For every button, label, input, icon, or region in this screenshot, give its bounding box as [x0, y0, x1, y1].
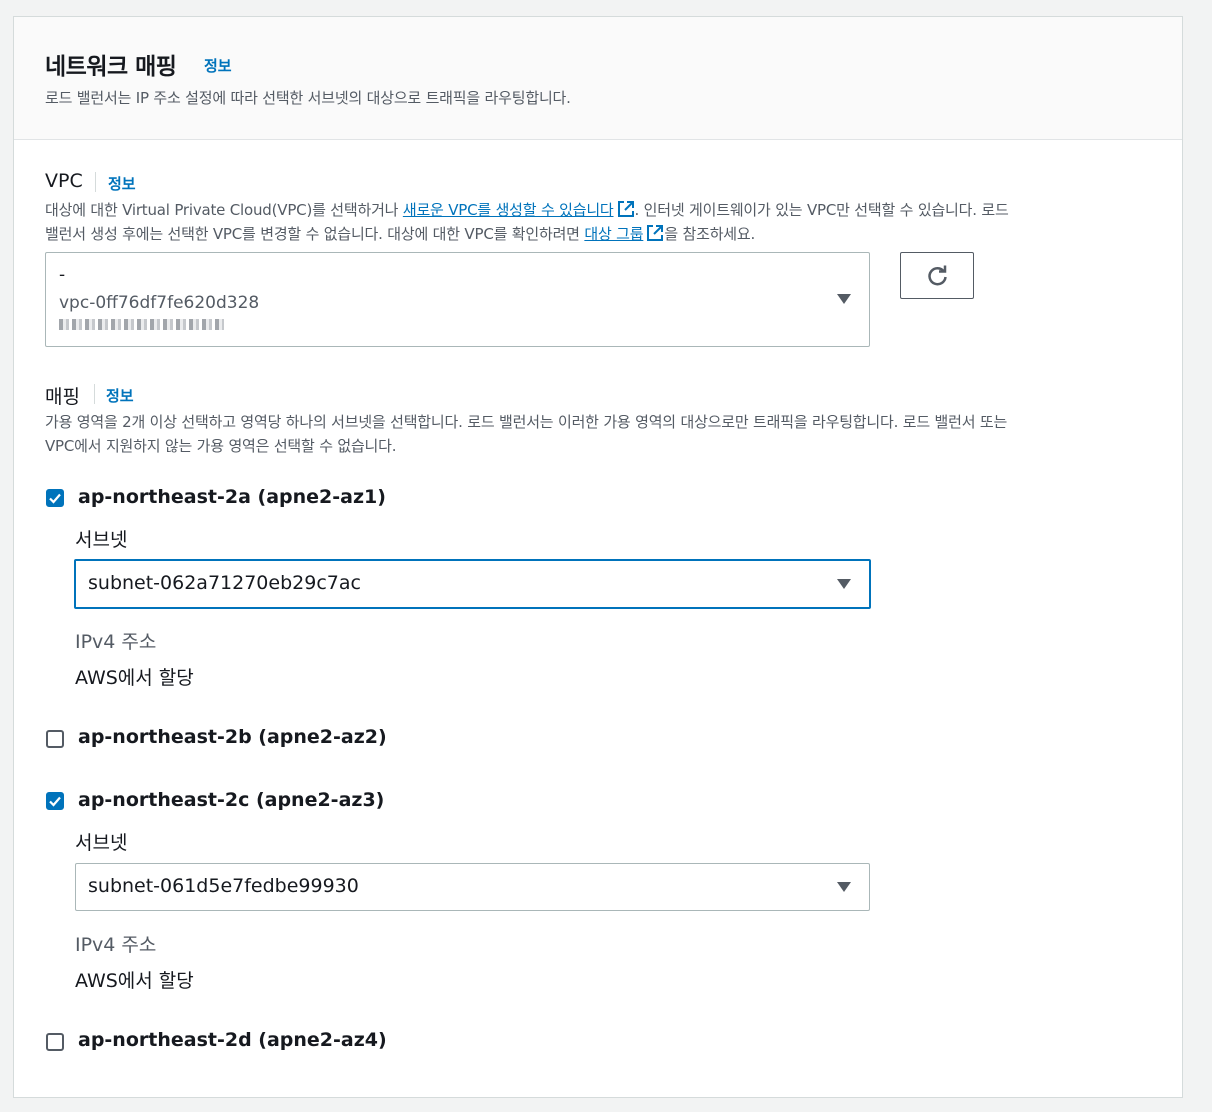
vpc-desc-line1: 대상에 대한 Virtual Private Cloud(VPC)를 선택하거나… — [45, 198, 1155, 222]
title-info-link[interactable]: 정보 — [204, 55, 232, 76]
mapping-desc-line1: 가용 영역을 2개 이상 선택하고 영역당 하나의 서브넷을 선택합니다. 로드… — [45, 413, 1008, 431]
zone-2c-ipv4-value: AWS에서 할당 — [75, 970, 194, 992]
network-mapping-panel: 네트워크 매핑 정보 로드 밸런서는 IP 주소 설정에 따라 선택한 서브넷의… — [13, 16, 1183, 1098]
zone-2a-ipv4-value: AWS에서 할당 — [75, 667, 194, 689]
mapping-description: 가용 영역을 2개 이상 선택하고 영역당 하나의 서브넷을 선택합니다. 로드… — [45, 410, 1165, 458]
panel-description: 로드 밸런서는 IP 주소 설정에 따라 선택한 서브넷의 대상으로 트래픽을 … — [45, 89, 571, 107]
vpc-select[interactable]: - vpc-0ff76df7fe620d328 — [45, 252, 870, 347]
create-vpc-link-text: 새로운 VPC를 생성할 수 있습니다 — [402, 201, 614, 219]
mapping-label-divider — [94, 384, 95, 404]
chevron-down-icon — [837, 294, 851, 304]
vpc-desc-text2: . 인터넷 게이트웨이가 있는 VPC만 선택할 수 있습니다. 로드 — [634, 201, 1009, 219]
check-icon — [49, 493, 61, 504]
create-vpc-link[interactable]: 새로운 VPC를 생성할 수 있습니다 — [403, 201, 635, 219]
zone-2c-subnet-label: 서브넷 — [75, 832, 128, 854]
zone-2a-checkbox[interactable] — [46, 489, 64, 507]
vpc-label: VPC — [45, 170, 83, 192]
zone-2a-subnet-value: subnet-062a71270eb29c7ac — [88, 572, 361, 594]
vpc-desc-text3: 밸런서 생성 후에는 선택한 VPC를 변경할 수 없습니다. 대상에 대한 V… — [45, 225, 585, 243]
external-link-icon — [647, 225, 664, 241]
zone-2b-checkbox[interactable] — [46, 730, 64, 748]
zone-2c-label[interactable]: ap-northeast-2c (apne2-az3) — [78, 789, 384, 811]
chevron-down-icon — [837, 579, 851, 589]
zone-2a-label[interactable]: ap-northeast-2a (apne2-az1) — [78, 486, 386, 508]
zone-2c-ipv4-label: IPv4 주소 — [75, 934, 157, 956]
vpc-desc-text4: 을 참조하세요. — [664, 225, 756, 243]
target-group-link[interactable]: 대상 그룹 — [584, 225, 664, 243]
external-link-icon — [617, 201, 634, 217]
vpc-info-link[interactable]: 정보 — [108, 173, 136, 194]
zone-2b-label[interactable]: ap-northeast-2b (apne2-az2) — [78, 726, 387, 748]
chevron-down-icon — [837, 882, 851, 892]
panel-header: 네트워크 매핑 정보 로드 밸런서는 IP 주소 설정에 따라 선택한 서브넷의… — [14, 17, 1182, 140]
target-group-link-text: 대상 그룹 — [584, 225, 644, 243]
mapping-label: 매핑 — [45, 386, 80, 408]
vpc-desc-text1: 대상에 대한 Virtual Private Cloud(VPC)를 선택하거나 — [45, 201, 403, 219]
vpc-desc-line2: 밸런서 생성 후에는 선택한 VPC를 변경할 수 없습니다. 대상에 대한 V… — [45, 222, 1155, 246]
vpc-refresh-button[interactable] — [900, 252, 974, 299]
mapping-desc-line2: VPC에서 지원하지 않는 가용 영역은 선택할 수 없습니다. — [45, 437, 397, 455]
zone-2c-subnet-value: subnet-061d5e7fedbe99930 — [88, 875, 359, 897]
zone-2c-subnet-select[interactable]: subnet-061d5e7fedbe99930 — [75, 863, 870, 911]
zone-2c-checkbox[interactable] — [46, 792, 64, 810]
refresh-icon — [928, 265, 947, 286]
zone-2a-subnet-label: 서브넷 — [75, 529, 128, 551]
check-icon — [49, 796, 61, 807]
vpc-label-divider — [95, 172, 96, 192]
vpc-selected-id: vpc-0ff76df7fe620d328 — [59, 293, 260, 313]
panel-title: 네트워크 매핑 — [45, 54, 177, 80]
vpc-description: 대상에 대한 Virtual Private Cloud(VPC)를 선택하거나… — [45, 198, 1155, 246]
zone-2a-ipv4-label: IPv4 주소 — [75, 631, 157, 653]
zone-2a-subnet-select[interactable]: subnet-062a71270eb29c7ac — [74, 559, 871, 609]
vpc-selected-name: - — [59, 265, 66, 285]
zone-2d-checkbox[interactable] — [46, 1033, 64, 1051]
mapping-info-link[interactable]: 정보 — [106, 385, 134, 406]
vpc-redacted-cidr — [59, 319, 224, 330]
zone-2d-label[interactable]: ap-northeast-2d (apne2-az4) — [78, 1029, 387, 1051]
